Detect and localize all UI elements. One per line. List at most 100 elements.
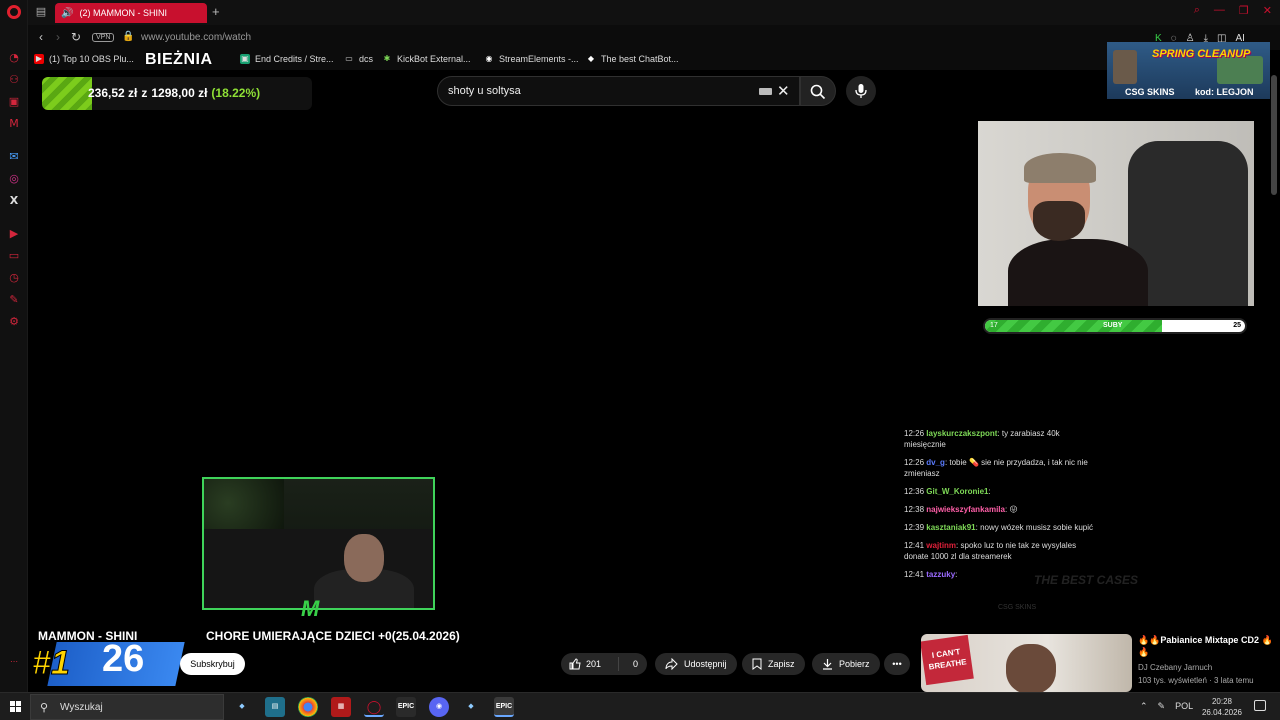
chrome-icon[interactable] [298,697,318,717]
notification-icon[interactable] [1254,700,1266,711]
close-window-button[interactable]: ✕ [1263,4,1272,17]
bookmark-item[interactable]: ▣ End Credits / Stre... [240,54,334,64]
search-button[interactable] [800,76,836,106]
video-title-right: CHORE UMIERAJĄCE DZIECI +0(25.04.2026) [206,629,460,643]
person-beard [1033,201,1085,241]
subscribe-button[interactable]: Subskrybuj [180,653,245,675]
share-icon [665,658,678,670]
player-icon[interactable]: ▶ [8,228,20,240]
gmail-icon[interactable]: M [8,118,20,130]
bookmark-item[interactable]: ◉ StreamElements -... [484,54,579,64]
instagram-icon[interactable]: ◎ [8,173,20,185]
search-icon [810,84,826,100]
rank-position: #1 [32,644,71,683]
chat-watermark-brand: CSG SKINS [998,604,1037,611]
wallet-icon[interactable]: ▭ [8,250,20,262]
bookmark-item[interactable]: ◆ The best ChatBot... [586,54,679,64]
speed-dial-icon[interactable]: ◔ [8,52,20,64]
person-body [1008,239,1148,306]
save-button[interactable]: Zapisz [742,653,805,675]
reload-button[interactable]: ↻ [69,30,83,44]
page-scrollbar[interactable] [1271,75,1277,195]
bookmark-label: dcs [359,54,374,64]
chat-text: : [955,570,958,579]
opera-logo-icon[interactable] [7,5,21,19]
chat-watermark: THE BEST CASES [1034,573,1139,587]
chat-message: 12:38 najwiekszyfankamila: 😛 [904,504,1100,515]
workspaces-icon[interactable]: ▣ [8,96,20,108]
taskbar-search[interactable]: ⚲ Wyszukaj [30,694,224,720]
history-icon[interactable]: ◷ [8,272,20,284]
steam-icon[interactable]: ◆ [461,697,481,717]
treadmill-percent: (18.22%) [211,86,261,100]
steam-icon[interactable]: ◆ [232,697,252,717]
chat-timestamp: 12:36 [904,487,925,496]
share-button[interactable]: Udostępnij [655,653,737,675]
maximize-button[interactable]: ❐ [1239,4,1249,17]
treadmill-target: 1298,00 zł [151,86,208,100]
related-video-channel[interactable]: DJ Czebany Jarnuch [1138,663,1212,672]
start-button[interactable] [10,701,21,712]
tray-expand-icon[interactable]: ⌃ [1140,701,1148,712]
more-actions-button[interactable]: ••• [884,653,910,675]
vpn-badge[interactable]: VPN [92,33,115,42]
chat-username: Git_W_Koronie1 [926,487,989,496]
clear-search-icon[interactable]: ✕ [777,82,790,100]
url-field[interactable]: www.youtube.com/watch [141,32,251,43]
treadmill-current: 236,52 zł [88,86,138,100]
ad-scene-image [1217,56,1263,84]
pen-icon[interactable]: ✎ [1158,701,1166,712]
bookmark-item[interactable]: ▭ dcs [344,54,373,64]
youtube-icon: ▶ [34,54,44,64]
back-button[interactable]: ‹ [34,30,48,44]
discord-icon[interactable]: ◉ [429,697,449,717]
ai-icon[interactable]: ⚇ [8,74,20,86]
tab-menu-icon[interactable]: ▤ [34,5,48,19]
more-icon[interactable]: ⋯ [8,656,20,668]
bookmark-item[interactable]: ✱ KickBot External... [382,54,471,64]
notes-app-icon[interactable]: ▤ [265,697,285,717]
chat-username: dv_g [926,458,945,467]
epic-games-icon[interactable]: EPIC [396,697,416,717]
end-credits-icon: ▣ [240,54,250,64]
related-video-title[interactable]: 🔥🔥Pabianice Mixtape CD2 🔥🔥 [1138,634,1278,658]
settings-gear-icon[interactable]: ⚙ [8,316,20,328]
new-tab-button[interactable]: + [212,4,220,19]
window-controls: ⌕ — ❐ ✕ [1194,4,1272,17]
search-tabs-icon[interactable]: ⌕ [1194,4,1200,17]
chat-timestamp: 12:26 [904,458,925,467]
download-button[interactable]: Pobierz [812,653,880,675]
x-twitter-icon[interactable]: X [8,195,20,207]
voice-search-button[interactable] [846,76,876,106]
pinboard-icon[interactable]: ✎ [8,294,20,306]
opera-icon[interactable]: ◯ [364,697,384,717]
active-tab[interactable]: 🔊 (2) MAMMON - SHINI [55,3,207,23]
treadmill-progress-text: 236,52 zł z 1298,00 zł (18.22%) [88,86,260,100]
speaker-icon[interactable]: 🔊 [61,8,73,19]
lock-icon[interactable]: 🔒 [122,31,134,42]
keyboard-icon[interactable] [759,88,772,95]
minimize-button[interactable]: — [1214,4,1225,17]
ad-character-image [1113,50,1137,84]
dislike-button[interactable]: 0 [625,659,638,669]
voice-app-icon[interactable]: ▦ [331,697,351,717]
subscriber-goal-target: 25 [1233,322,1241,329]
save-label: Zapisz [768,659,795,669]
like-button[interactable]: 201 [561,657,619,671]
forward-button[interactable]: › [51,30,65,44]
search-input[interactable]: shoty u soltysa [448,85,521,97]
sponsor-ad: SPRING CLEANUP CSG SKINS kod: LEGJON [1107,42,1270,99]
epic-games-icon[interactable]: EPIC [494,697,514,717]
messenger-icon[interactable]: ✉ [8,151,20,163]
taskbar-clock[interactable]: 20:28 26.04.2026 [1200,696,1244,718]
treadmill-title: BIEŻNIA [145,51,213,68]
download-icon [823,659,832,670]
microphone-icon [855,84,867,98]
chat-message: 12:26 layskurczakszpont: ty zarabiasz 40… [904,428,1100,450]
subscriber-goal-current: 17 [990,322,998,329]
chat-username: kasztaniak91 [926,523,976,532]
system-tray: ⌃ ✎ POL [1140,701,1193,712]
language-indicator[interactable]: POL [1175,701,1193,712]
bookmark-item[interactable]: ▶ (1) Top 10 OBS Plu... [34,54,134,64]
related-video-thumbnail[interactable]: I CAN'T BREATHE [921,634,1132,692]
